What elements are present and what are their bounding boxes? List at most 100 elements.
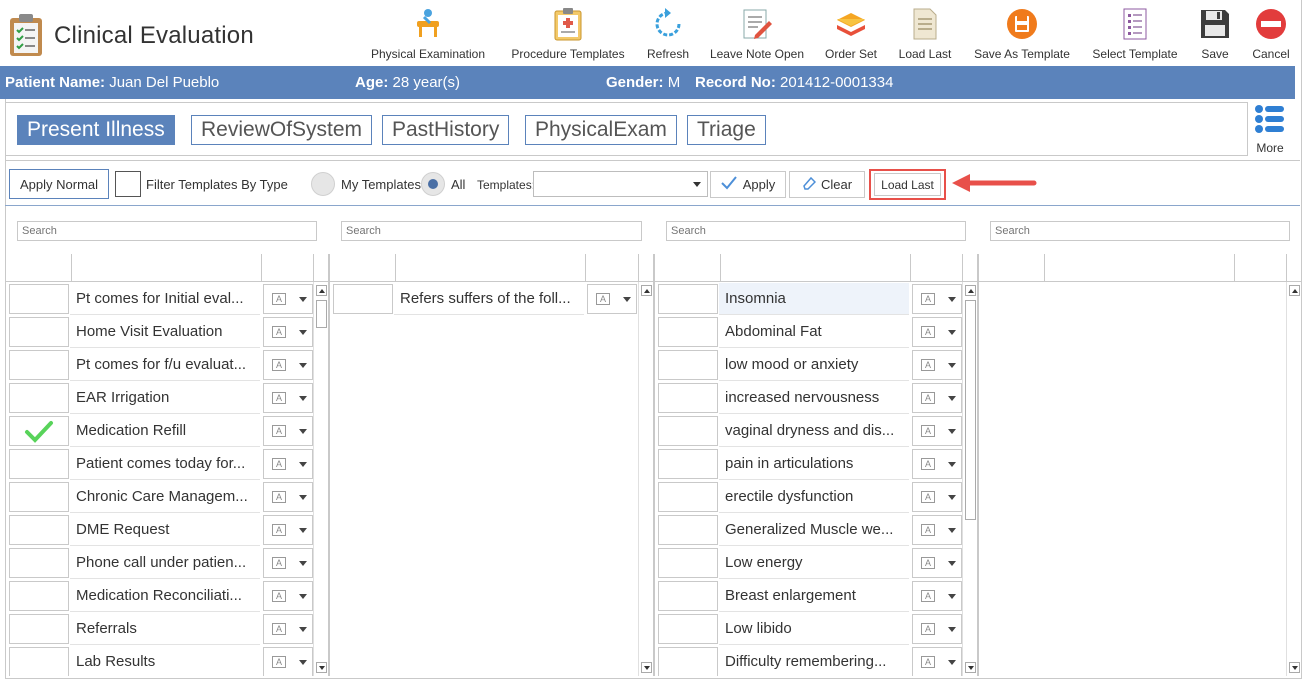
list-item[interactable]: DME Request A — [6, 513, 313, 546]
scroll-down-arrow-icon[interactable] — [316, 662, 327, 673]
row-text-dropdown[interactable]: A — [263, 548, 313, 578]
list-item[interactable]: Difficulty remembering... A — [655, 645, 962, 676]
row-checkbox[interactable] — [9, 482, 69, 512]
row-text-dropdown[interactable]: A — [912, 647, 962, 676]
row-checkbox[interactable] — [658, 515, 718, 545]
row-checkbox[interactable] — [658, 482, 718, 512]
row-text-dropdown[interactable]: A — [263, 350, 313, 380]
list-item[interactable]: erectile dysfunction A — [655, 480, 962, 513]
vertical-scrollbar[interactable] — [1286, 282, 1301, 676]
list-item[interactable]: Refers suffers of the foll... A — [330, 282, 638, 315]
row-checkbox[interactable] — [9, 383, 69, 413]
search-input-col1[interactable] — [17, 221, 317, 241]
row-text-dropdown[interactable]: A — [263, 647, 313, 676]
list-item[interactable]: Chronic Care Managem... A — [6, 480, 313, 513]
row-text-dropdown[interactable]: A — [263, 416, 313, 446]
row-text-dropdown[interactable]: A — [263, 284, 313, 314]
row-text-dropdown[interactable]: A — [263, 383, 313, 413]
scroll-up-arrow-icon[interactable] — [1289, 285, 1300, 296]
row-checkbox[interactable] — [9, 548, 69, 578]
tab-triage[interactable]: Triage — [687, 115, 766, 145]
physical-examination-button[interactable]: Physical Examination — [368, 6, 488, 64]
scroll-down-arrow-icon[interactable] — [641, 662, 652, 673]
list-item[interactable]: increased nervousness A — [655, 381, 962, 414]
scroll-up-arrow-icon[interactable] — [316, 285, 327, 296]
row-checkbox[interactable] — [9, 647, 69, 676]
save-as-template-button[interactable]: Save As Template — [968, 6, 1076, 64]
save-button[interactable]: Save — [1194, 6, 1236, 64]
row-checkbox[interactable] — [658, 317, 718, 347]
row-checkbox[interactable] — [9, 350, 69, 380]
list-item[interactable]: Pt comes for f/u evaluat... A — [6, 348, 313, 381]
vertical-scrollbar[interactable] — [962, 282, 977, 676]
list-item[interactable]: Home Visit Evaluation A — [6, 315, 313, 348]
list-item[interactable]: EAR Irrigation A — [6, 381, 313, 414]
row-text-dropdown[interactable]: A — [912, 515, 962, 545]
row-text-dropdown[interactable]: A — [912, 581, 962, 611]
row-text-dropdown[interactable]: A — [263, 449, 313, 479]
procedure-templates-button[interactable]: Procedure Templates — [508, 6, 628, 64]
row-checkbox[interactable] — [658, 284, 718, 314]
tab-review-of-system[interactable]: ReviewOfSystem — [191, 115, 373, 145]
search-input-col3[interactable] — [666, 221, 966, 241]
scroll-up-arrow-icon[interactable] — [965, 285, 976, 296]
tab-past-history[interactable]: PastHistory — [382, 115, 510, 145]
row-checkbox[interactable] — [9, 449, 69, 479]
list-item[interactable]: Abdominal Fat A — [655, 315, 962, 348]
scroll-down-arrow-icon[interactable] — [1289, 662, 1300, 673]
row-checkbox[interactable] — [658, 383, 718, 413]
row-checkbox[interactable] — [658, 449, 718, 479]
row-checkbox[interactable] — [658, 548, 718, 578]
row-text-dropdown[interactable]: A — [263, 515, 313, 545]
row-text-dropdown[interactable]: A — [912, 548, 962, 578]
refresh-button[interactable]: Refresh — [638, 6, 698, 64]
search-input-col2[interactable] — [341, 221, 642, 241]
list-item[interactable]: Medication Refill A — [6, 414, 313, 447]
search-input-col4[interactable] — [990, 221, 1290, 241]
my-templates-radio[interactable] — [311, 172, 335, 196]
cancel-button[interactable]: Cancel — [1248, 6, 1294, 64]
list-item[interactable]: Lab Results A — [6, 645, 313, 676]
apply-button[interactable]: Apply — [710, 171, 786, 198]
list-item[interactable]: Referrals A — [6, 612, 313, 645]
filter-by-type-checkbox[interactable] — [115, 171, 141, 197]
scroll-up-arrow-icon[interactable] — [641, 285, 652, 296]
list-item[interactable]: Low energy A — [655, 546, 962, 579]
all-radio[interactable] — [421, 172, 445, 196]
leave-note-open-button[interactable]: Leave Note Open — [706, 6, 808, 64]
row-text-dropdown[interactable]: A — [912, 449, 962, 479]
list-item[interactable]: vaginal dryness and dis... A — [655, 414, 962, 447]
row-checkbox[interactable] — [9, 581, 69, 611]
apply-normal-button[interactable]: Apply Normal — [9, 169, 109, 199]
row-checkbox[interactable] — [658, 581, 718, 611]
row-checkbox[interactable] — [658, 614, 718, 644]
row-text-dropdown[interactable]: A — [912, 284, 962, 314]
order-set-button[interactable]: Order Set — [820, 6, 882, 64]
row-checkbox[interactable] — [9, 416, 69, 446]
list-item[interactable]: Pt comes for Initial eval... A — [6, 282, 313, 315]
row-text-dropdown[interactable]: A — [263, 317, 313, 347]
row-text-dropdown[interactable]: A — [912, 416, 962, 446]
list-item[interactable]: Patient comes today for... A — [6, 447, 313, 480]
load-last-toolbar-button[interactable]: Load Last — [892, 6, 958, 64]
list-item[interactable]: Medication Reconciliati... A — [6, 579, 313, 612]
row-checkbox[interactable] — [658, 416, 718, 446]
row-checkbox[interactable] — [9, 614, 69, 644]
row-checkbox[interactable] — [333, 284, 393, 314]
clear-button[interactable]: Clear — [789, 171, 865, 198]
list-item[interactable]: Breast enlargement A — [655, 579, 962, 612]
list-item[interactable]: low mood or anxiety A — [655, 348, 962, 381]
row-text-dropdown[interactable]: A — [263, 482, 313, 512]
list-item[interactable]: Phone call under patien... A — [6, 546, 313, 579]
row-text-dropdown[interactable]: A — [912, 350, 962, 380]
list-item[interactable]: Insomnia A — [655, 282, 962, 315]
scroll-down-arrow-icon[interactable] — [965, 662, 976, 673]
row-checkbox[interactable] — [9, 317, 69, 347]
list-item[interactable]: Low libido A — [655, 612, 962, 645]
tab-physical-exam[interactable]: PhysicalExam — [525, 115, 677, 145]
select-template-button[interactable]: Select Template — [1088, 6, 1182, 64]
row-checkbox[interactable] — [9, 515, 69, 545]
more-button[interactable]: More — [1250, 104, 1290, 155]
row-text-dropdown[interactable]: A — [912, 383, 962, 413]
list-item[interactable]: pain in articulations A — [655, 447, 962, 480]
